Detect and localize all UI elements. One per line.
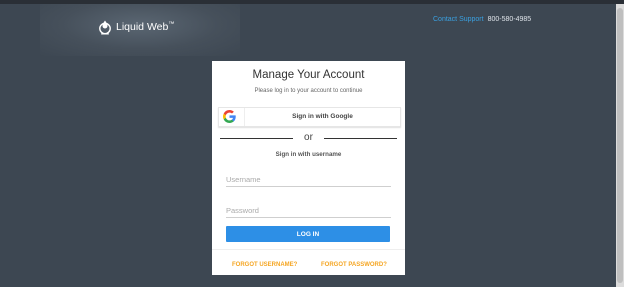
- forgot-password-link[interactable]: FORGOT PASSWORD?: [321, 262, 387, 268]
- contact-bar: Contact Support 800-580-4985: [433, 16, 531, 23]
- username-signin-heading: Sign in with username: [275, 151, 342, 158]
- scrollbar-thumb[interactable]: [617, 8, 623, 283]
- card-footer-divider: [212, 249, 405, 250]
- liquid-web-logo-icon: [99, 20, 111, 35]
- page-title: Manage Your Account: [252, 69, 365, 81]
- or-divider-right: [324, 138, 397, 139]
- forgot-username-link[interactable]: FORGOT USERNAME?: [232, 262, 297, 268]
- login-card: Manage Your Account Please log in to you…: [212, 61, 405, 275]
- liquid-web-logo[interactable]: Liquid Web™: [98, 19, 174, 35]
- username-input[interactable]: [226, 172, 391, 187]
- contact-support-link[interactable]: Contact Support: [433, 16, 484, 23]
- google-g-icon: [223, 110, 236, 123]
- login-button[interactable]: LOG IN: [226, 226, 390, 242]
- google-signin-button[interactable]: Sign in with Google: [218, 107, 401, 127]
- support-phone: 800-580-4985: [487, 16, 532, 23]
- logo-trademark: ™: [168, 21, 175, 28]
- google-button-label: Sign in with Google: [292, 113, 353, 120]
- password-input[interactable]: [226, 203, 391, 218]
- page-scrollbar[interactable]: [616, 4, 624, 287]
- page-subtitle: Please log in to your account to continu…: [254, 88, 363, 94]
- logo-wordmark: Liquid Web™: [116, 21, 175, 33]
